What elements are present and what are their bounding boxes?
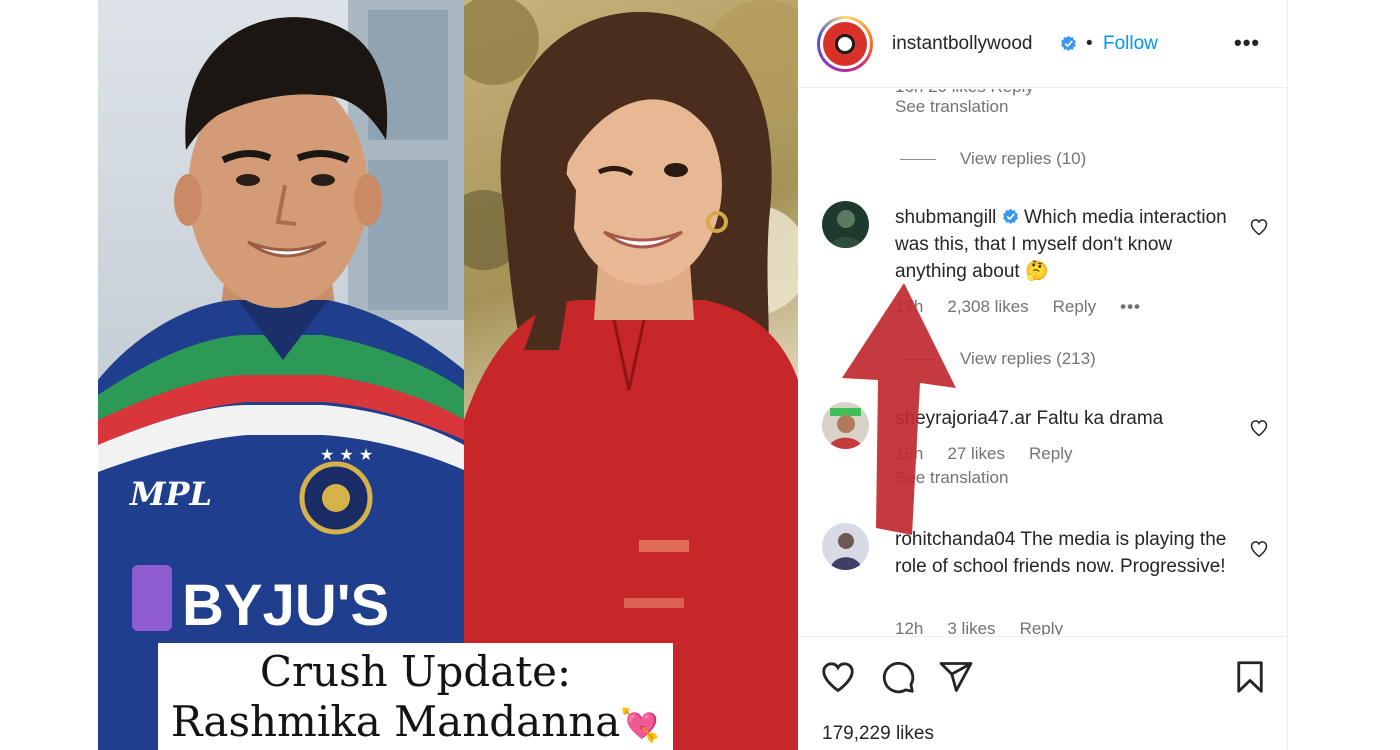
instantbollywood-logo-icon	[823, 22, 867, 66]
verified-badge-icon	[1002, 208, 1018, 224]
avatar[interactable]	[822, 523, 869, 570]
post-likes-count[interactable]: 179,229 likes	[822, 723, 934, 745]
jersey-kit-text: MPL	[129, 475, 212, 513]
more-horizontal-icon[interactable]: •••	[1234, 30, 1260, 56]
post-header: instantbollywood • Follow •••	[798, 0, 1288, 88]
photo-actress	[464, 0, 798, 750]
sheyrajoria-avatar-icon	[822, 402, 869, 449]
actress-illustration	[464, 0, 798, 750]
post-image[interactable]: ★ ★ ★ MPL BYJU'S Crush Update: Rashmika …	[98, 0, 798, 750]
cricketer-illustration: ★ ★ ★ MPL BYJU'S	[98, 0, 464, 750]
comment-text: sheyrajoria47.ar Faltu ka drama	[895, 405, 1230, 432]
view-replies-label: View replies (213)	[960, 349, 1096, 368]
comment-meta: 17h 2,308 likes Reply •••	[895, 297, 1141, 317]
comment-time: 12h	[895, 619, 924, 635]
avatar-ring	[820, 19, 870, 69]
post-action-bar: 179,229 likes	[798, 636, 1288, 750]
comment-more-icon[interactable]: •••	[1120, 297, 1141, 317]
avatar[interactable]	[822, 201, 869, 248]
comment-meta: 15h 27 likes Reply	[895, 444, 1072, 464]
view-replies-label: View replies (10)	[960, 149, 1087, 168]
comment-likes[interactable]: 3 likes	[947, 619, 995, 635]
see-translation-link[interactable]: See translation	[895, 97, 1008, 117]
comment-time: 17h	[895, 297, 924, 316]
svg-text:★ ★ ★: ★ ★ ★	[320, 445, 373, 464]
bookmark-icon[interactable]	[1232, 659, 1268, 695]
caption-line-2-text: Rashmika Mandanna	[170, 697, 621, 746]
comment-text: rohitchanda04 The media is playing the r…	[895, 526, 1230, 580]
replies-divider-line	[900, 158, 936, 160]
jersey-sponsor-text: BYJU'S	[182, 573, 389, 638]
view-replies-button[interactable]: View replies (10)	[900, 149, 1086, 169]
avatar[interactable]	[817, 16, 873, 72]
comment-likes[interactable]: 2,308 likes	[947, 297, 1028, 317]
avatar[interactable]	[822, 402, 869, 449]
post-caption-overlay: Crush Update: Rashmika Mandanna💘	[158, 643, 673, 750]
heart-outline-icon[interactable]	[1249, 217, 1269, 237]
instagram-post-sidebar: instantbollywood • Follow ••• 16h 20 lik…	[798, 0, 1288, 750]
comment-username[interactable]: shubmangill	[895, 207, 996, 228]
heart-outline-icon[interactable]	[1249, 418, 1269, 438]
comment-username[interactable]: sheyrajoria47.ar	[895, 408, 1031, 429]
reply-button[interactable]: Reply	[1020, 619, 1063, 635]
comment-text: shubmangill Which media interaction was …	[895, 204, 1230, 285]
see-translation-link[interactable]: See translation	[895, 468, 1008, 488]
comment-icon[interactable]	[880, 659, 916, 695]
replies-divider-line	[900, 358, 936, 360]
previous-comment-meta: 16h 20 likes Reply	[895, 89, 1034, 97]
photo-cricketer: ★ ★ ★ MPL BYJU'S	[98, 0, 464, 750]
reply-button[interactable]: Reply	[1053, 297, 1096, 317]
heart-outline-icon[interactable]	[1249, 539, 1269, 559]
caption-line-2: Rashmika Mandanna💘	[158, 697, 673, 750]
comment-body: Faltu ka drama	[1036, 408, 1164, 429]
caption-line-1: Crush Update:	[259, 647, 572, 696]
verified-badge-icon	[1061, 35, 1076, 51]
thinking-face-emoji: 🤔	[1024, 261, 1049, 282]
follow-button[interactable]: Follow	[1103, 33, 1158, 55]
heart-arrow-emoji: 💘	[620, 706, 661, 744]
shubmangill-avatar-icon	[822, 201, 869, 248]
heart-icon[interactable]	[820, 659, 856, 695]
comment-username[interactable]: rohitchanda04	[895, 529, 1015, 550]
comments-list[interactable]: 16h 20 likes Reply See translation View …	[798, 89, 1288, 635]
share-icon[interactable]	[938, 659, 974, 695]
header-separator: •	[1086, 33, 1093, 54]
comment-time: 15h	[895, 444, 924, 463]
reply-button[interactable]: Reply	[1029, 444, 1072, 464]
comment-meta: 12h 3 likes Reply	[895, 619, 1063, 635]
comment-likes[interactable]: 27 likes	[947, 444, 1005, 464]
view-replies-button[interactable]: View replies (213)	[900, 349, 1096, 369]
header-username[interactable]: instantbollywood	[892, 33, 1032, 55]
rohitchanda-avatar-icon	[822, 523, 869, 570]
